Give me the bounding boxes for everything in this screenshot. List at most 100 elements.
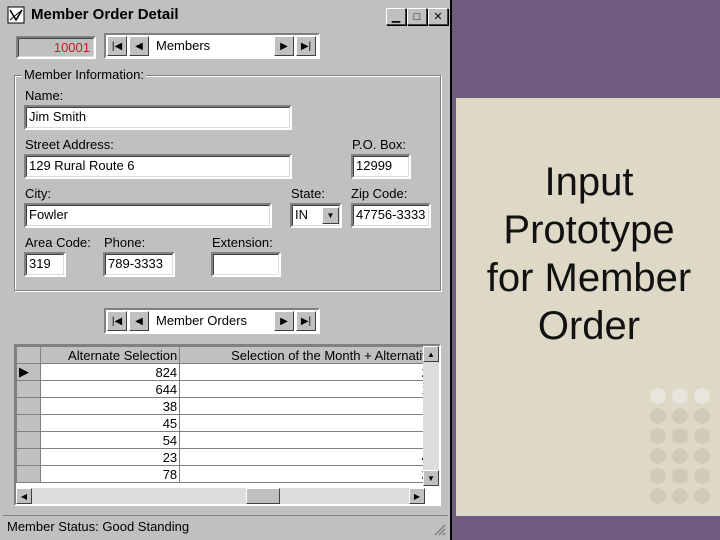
area-code-label: Area Code:: [25, 235, 91, 250]
row-selector-header: [16, 346, 41, 364]
first-icon: |◀: [111, 315, 123, 327]
scroll-left-button[interactable]: ◀: [16, 488, 32, 504]
column-header[interactable]: Selection of the Month + Alternative: [179, 346, 439, 364]
horizontal-scrollbar[interactable]: ◀ ▶: [16, 488, 425, 504]
window-title: Member Order Detail: [31, 6, 179, 23]
name-label: Name:: [25, 88, 64, 103]
selection-cell[interactable]: 40: [179, 448, 439, 466]
resize-grip-icon[interactable]: [432, 522, 446, 536]
current-row-icon: ▶: [19, 364, 29, 380]
navigator-label: Members: [156, 38, 211, 53]
name-field[interactable]: Jim Smith: [24, 105, 292, 130]
row-selector[interactable]: [16, 397, 41, 415]
decorative-dots: [646, 384, 720, 540]
zip-label: Zip Code:: [351, 186, 408, 201]
table-row[interactable]: ▶ 82424: [16, 363, 439, 381]
zip-field[interactable]: 47756-3333: [351, 203, 431, 228]
table-row[interactable]: 458: [16, 414, 439, 432]
status-bar: Member Status: Good Standing: [3, 515, 448, 538]
next-icon: ▶: [280, 315, 288, 327]
selection-cell[interactable]: 15: [179, 380, 439, 398]
close-icon: ✕: [433, 11, 443, 23]
slide-title-line: Prototype: [503, 208, 675, 252]
previous-order-button[interactable]: ◀: [129, 311, 149, 331]
table-row[interactable]: 7829: [16, 465, 439, 483]
alternate-cell[interactable]: 78: [39, 465, 181, 483]
table-row[interactable]: 387: [16, 397, 439, 415]
previous-icon: ◀: [135, 315, 143, 327]
close-button[interactable]: ✕: [428, 8, 448, 25]
row-selector[interactable]: [16, 414, 41, 432]
next-record-button[interactable]: ▶: [274, 36, 294, 56]
next-icon: ▶: [280, 40, 288, 52]
city-label: City:: [25, 186, 51, 201]
slide-title: Input Prototype for Member Order: [464, 158, 714, 350]
maximize-icon: □: [413, 10, 421, 23]
last-record-button[interactable]: ▶|: [296, 36, 316, 56]
first-icon: |◀: [111, 40, 123, 52]
alternate-cell[interactable]: 824: [39, 363, 181, 381]
title-bar[interactable]: Member Order Detail ▁ □ ✕: [3, 3, 448, 27]
slide-title-line: for Member: [486, 256, 692, 300]
alternate-cell[interactable]: 45: [39, 414, 181, 432]
column-header[interactable]: Alternate Selection: [39, 346, 181, 364]
table-row[interactable]: 2340: [16, 448, 439, 466]
selection-cell[interactable]: 29: [179, 465, 439, 483]
extension-label: Extension:: [212, 235, 273, 250]
horizontal-scroll-thumb[interactable]: [246, 488, 280, 504]
table-row[interactable]: 543: [16, 431, 439, 449]
row-selector[interactable]: [16, 448, 41, 466]
previous-record-button[interactable]: ◀: [129, 36, 149, 56]
street-label: Street Address:: [25, 137, 114, 152]
group-title: Member Information:: [22, 67, 146, 82]
row-selector[interactable]: ▶: [16, 363, 41, 381]
row-selector[interactable]: [16, 431, 41, 449]
last-icon: ▶|: [300, 315, 312, 327]
city-field[interactable]: Fowler: [24, 203, 272, 228]
first-order-button[interactable]: |◀: [107, 311, 127, 331]
pobox-field[interactable]: 12999: [351, 154, 411, 179]
phone-label: Phone:: [104, 235, 146, 250]
table-row[interactable]: 64415: [16, 380, 439, 398]
extension-field[interactable]: [211, 252, 281, 277]
minimize-button[interactable]: ▁: [386, 8, 406, 25]
row-selector[interactable]: [16, 465, 41, 483]
selection-cell[interactable]: 3: [179, 431, 439, 449]
selection-cell[interactable]: 8: [179, 414, 439, 432]
scroll-down-button[interactable]: ▼: [423, 470, 439, 486]
state-value: IN: [295, 207, 308, 222]
state-dropdown-button[interactable]: ▼: [322, 207, 339, 224]
state-select[interactable]: IN ▼: [290, 203, 342, 228]
first-record-button[interactable]: |◀: [107, 36, 127, 56]
scroll-right-button[interactable]: ▶: [409, 488, 425, 504]
navigator-label: Member Orders: [156, 313, 248, 328]
orders-grid: Alternate Selection Selection of the Mon…: [14, 344, 441, 506]
arrow-down-icon: ▼: [427, 473, 435, 483]
member-orders-navigator: |◀ ◀ Member Orders ▶ ▶|: [104, 308, 320, 334]
app-icon: [7, 6, 25, 24]
minimize-icon: ▁: [391, 11, 401, 23]
last-order-button[interactable]: ▶|: [296, 311, 316, 331]
status-text: Member Status: Good Standing: [7, 519, 190, 534]
street-field[interactable]: 129 Rural Route 6: [24, 154, 292, 179]
alternate-cell[interactable]: 23: [39, 448, 181, 466]
alternate-cell[interactable]: 54: [39, 431, 181, 449]
phone-field[interactable]: 789-3333: [103, 252, 175, 277]
next-order-button[interactable]: ▶: [274, 311, 294, 331]
alternate-cell[interactable]: 38: [39, 397, 181, 415]
row-selector[interactable]: [16, 380, 41, 398]
members-navigator: |◀ ◀ Members ▶ ▶|: [104, 33, 320, 59]
vertical-scrollbar[interactable]: ▲ ▼: [423, 346, 439, 486]
arrow-up-icon: ▲: [427, 349, 435, 359]
pobox-label: P.O. Box:: [352, 137, 406, 152]
area-code-field[interactable]: 319: [24, 252, 66, 277]
selection-cell[interactable]: 24: [179, 363, 439, 381]
slide-title-line: Order: [537, 304, 641, 348]
scroll-up-button[interactable]: ▲: [423, 346, 439, 362]
selection-cell[interactable]: 7: [179, 397, 439, 415]
maximize-button[interactable]: □: [407, 8, 427, 25]
alternate-cell[interactable]: 644: [39, 380, 181, 398]
last-icon: ▶|: [300, 40, 312, 52]
state-label: State:: [291, 186, 325, 201]
member-id-field[interactable]: 10001: [16, 36, 96, 59]
